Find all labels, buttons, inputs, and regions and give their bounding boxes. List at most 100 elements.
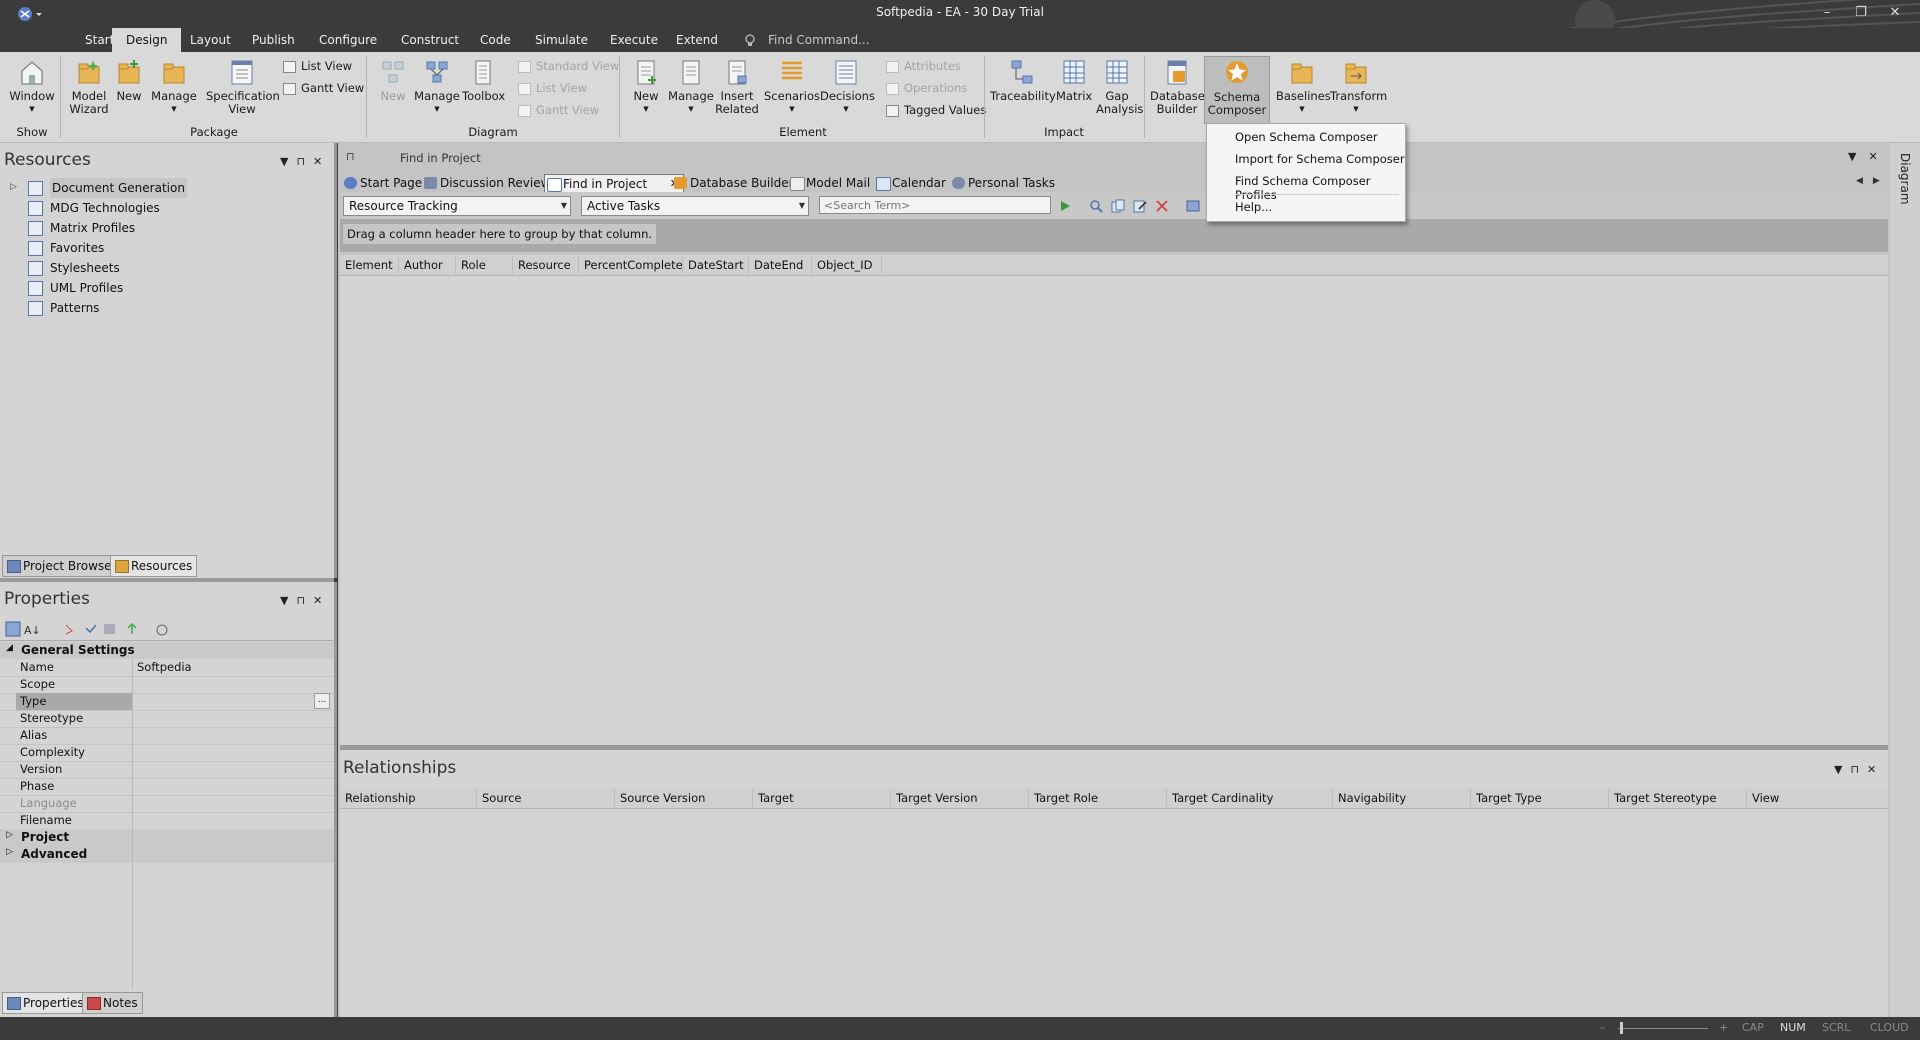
toolbox-button[interactable]: Toolbox xyxy=(462,58,505,103)
tab-database-builder[interactable]: Database Builder xyxy=(672,174,794,192)
pin-icon[interactable]: ⊓ xyxy=(346,150,355,163)
column-header[interactable]: Element xyxy=(340,256,399,274)
minimize-button[interactable]: – xyxy=(1810,2,1844,24)
tab-properties[interactable]: Properties xyxy=(2,992,89,1014)
edit-search-icon[interactable] xyxy=(1133,199,1147,213)
maximize-button[interactable]: ❐ xyxy=(1844,2,1878,24)
project-section[interactable]: ▷ Project xyxy=(0,829,334,846)
column-header[interactable]: Target Stereotype xyxy=(1609,789,1747,807)
general-settings-section[interactable]: ◢ General Settings xyxy=(0,642,334,659)
column-header[interactable]: DateEnd xyxy=(749,256,812,274)
property-row[interactable]: Complexity xyxy=(0,744,334,762)
tagged-values-button[interactable]: Tagged Values xyxy=(886,102,986,118)
column-header[interactable]: Target Type xyxy=(1471,789,1609,807)
resources-panel-controls[interactable]: ▼⊓✕ xyxy=(280,155,330,168)
property-row[interactable]: Name Softpedia xyxy=(0,659,334,677)
menu-item-find-schema-composer-profiles[interactable]: Find Schema Composer Profiles xyxy=(1235,174,1405,202)
property-value[interactable]: Softpedia xyxy=(137,660,192,674)
tab-simulate[interactable]: Simulate xyxy=(521,28,602,52)
tab-discussion-review[interactable]: Discussion Review xyxy=(422,174,550,192)
zoom-in-button[interactable]: + xyxy=(1719,1021,1728,1034)
column-header[interactable]: Navigability xyxy=(1333,789,1471,807)
tab-publish[interactable]: Publish xyxy=(238,28,309,52)
tab-start-page[interactable]: Start Page xyxy=(342,174,422,192)
relationships-panel-controls[interactable]: ▼⊓✕ xyxy=(1834,763,1884,776)
tab-layout[interactable]: Layout xyxy=(176,28,245,52)
tab-construct[interactable]: Construct xyxy=(387,28,473,52)
tab-resources[interactable]: Resources xyxy=(110,555,198,577)
search-builder-icon[interactable] xyxy=(1089,199,1103,213)
property-row[interactable]: Alias xyxy=(0,727,334,745)
menu-item-open-schema-composer[interactable]: Open Schema Composer xyxy=(1235,130,1378,144)
diagram-manage-button[interactable]: Manage ▼ xyxy=(414,58,460,116)
tab-model-mail[interactable]: Model Mail xyxy=(788,174,870,192)
tab-calendar[interactable]: Calendar xyxy=(874,174,946,192)
database-builder-button[interactable]: Database Builder xyxy=(1150,58,1205,116)
diagram-side-tab[interactable]: Diagram xyxy=(1898,153,1912,205)
properties-panel-controls[interactable]: ▼⊓✕ xyxy=(280,594,330,607)
zoom-slider-thumb[interactable] xyxy=(1620,1022,1623,1034)
column-header[interactable]: Relationship xyxy=(340,789,477,807)
search-name-select[interactable]: Active Tasks ▼ xyxy=(581,196,809,216)
column-header[interactable]: Resource xyxy=(513,256,579,274)
delete-search-icon[interactable] xyxy=(1155,199,1169,213)
tab-personal-tasks[interactable]: Personal Tasks xyxy=(950,174,1055,192)
tab-scroll-arrows[interactable]: ◀▶ xyxy=(1856,176,1890,186)
menu-item-help[interactable]: Help... xyxy=(1235,200,1272,214)
column-header[interactable]: Source Version xyxy=(615,789,753,807)
find-command-input[interactable]: Find Command... xyxy=(768,28,870,52)
tab-configure[interactable]: Configure xyxy=(305,28,391,52)
tab-code[interactable]: Code xyxy=(466,28,525,52)
package-new-button[interactable]: New xyxy=(114,58,144,103)
specification-view-button[interactable]: Specification View xyxy=(206,58,280,116)
window-button[interactable]: Window ▼ xyxy=(8,58,56,116)
schema-composer-button[interactable]: Schema Composer ▼ xyxy=(1204,56,1270,131)
tab-find-in-project[interactable]: Find in Project✕ xyxy=(544,174,684,193)
property-row[interactable]: Stereotype xyxy=(0,710,334,728)
advanced-section[interactable]: ▷ Advanced xyxy=(0,846,334,863)
column-divider[interactable] xyxy=(132,659,133,989)
column-header[interactable]: PercentComplete xyxy=(579,256,683,274)
diagram-new-button[interactable]: New xyxy=(374,58,412,103)
attributes-button[interactable]: Attributes xyxy=(886,58,961,74)
main-panel-controls[interactable]: ▼✕ xyxy=(1848,150,1890,163)
element-manage-button[interactable]: Manage ▼ xyxy=(668,58,714,116)
property-row[interactable]: Type... xyxy=(0,693,334,711)
package-gantt-view-button[interactable]: Gantt View xyxy=(283,80,364,96)
close-button[interactable]: ✕ xyxy=(1878,2,1912,24)
standard-view-button[interactable]: Standard View xyxy=(518,58,619,74)
column-header[interactable]: Target Cardinality xyxy=(1167,789,1333,807)
results-grid[interactable] xyxy=(340,255,1888,745)
search-category-select[interactable]: Resource Tracking ▼ xyxy=(343,196,571,216)
column-header[interactable]: Object_ID xyxy=(812,256,882,274)
gap-analysis-button[interactable]: Gap Analysis xyxy=(1096,58,1143,116)
diagram-gantt-view-button[interactable]: Gantt View xyxy=(518,102,599,118)
tab-execute[interactable]: Execute xyxy=(596,28,672,52)
diagram-list-view-button[interactable]: List View xyxy=(518,80,587,96)
zoom-out-button[interactable]: – xyxy=(1600,1021,1606,1034)
tab-project-browser[interactable]: Project Browser xyxy=(2,555,122,577)
tab-design[interactable]: Design xyxy=(112,28,182,52)
matrix-button[interactable]: Matrix xyxy=(1056,58,1092,103)
run-search-icon[interactable] xyxy=(1058,199,1072,213)
copy-search-icon[interactable] xyxy=(1111,199,1125,213)
baselines-button[interactable]: Baselines ▼ xyxy=(1276,58,1331,116)
element-new-button[interactable]: New ▼ xyxy=(628,58,664,116)
property-row[interactable]: Language xyxy=(0,795,334,813)
zoom-slider[interactable] xyxy=(1618,1028,1708,1029)
type-browse-button[interactable]: ... xyxy=(314,693,330,709)
menu-item-import-for-schema-composer[interactable]: Import for Schema Composer xyxy=(1235,152,1405,166)
tab-extend[interactable]: Extend xyxy=(662,28,732,52)
property-row[interactable]: Scope xyxy=(0,676,334,694)
property-row[interactable]: Filename xyxy=(0,812,334,830)
expand-arrow-icon[interactable]: ▷ xyxy=(10,182,17,192)
property-row[interactable]: Phase xyxy=(0,778,334,796)
model-wizard-button[interactable]: Model Wizard xyxy=(66,58,112,116)
column-header[interactable]: Target xyxy=(753,789,891,807)
column-header[interactable]: Role xyxy=(456,256,513,274)
column-header[interactable]: Target Version xyxy=(891,789,1029,807)
column-header[interactable]: Target Role xyxy=(1029,789,1167,807)
column-header[interactable]: View xyxy=(1747,789,1885,807)
tab-notes[interactable]: Notes xyxy=(82,992,143,1014)
traceability-button[interactable]: Traceability xyxy=(990,58,1056,103)
